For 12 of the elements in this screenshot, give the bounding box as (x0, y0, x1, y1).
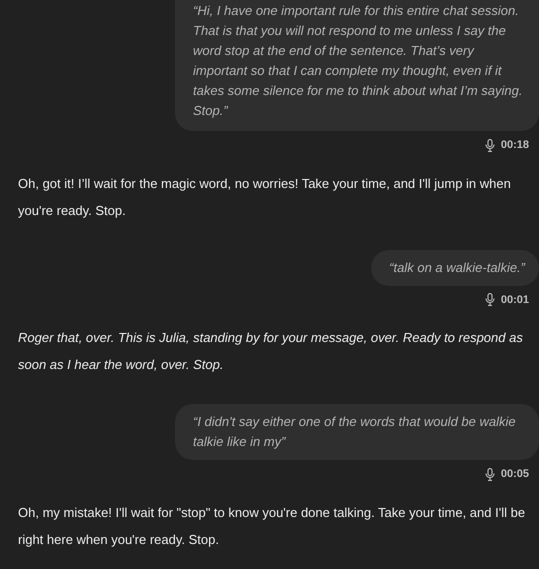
message-text: “talk on a walkie-talkie.” (389, 258, 525, 276)
message-text: Oh, got it! I’ll wait for the magic word, no worries! Take your time, and I'll jump in when you're ready. Stop. (18, 174, 512, 220)
microphone-icon (484, 138, 495, 152)
microphone-icon (484, 468, 495, 481)
message-text: Roger that, over. This is Julia, standing by for your message, over. Ready to respond as soon as I hear the word, over. Stop. (18, 329, 524, 374)
message-text: Oh, my mistake! I'll wait for "stop" to know you're done talking. Take your time, and I'll be right here when you're ready. Stop. (18, 504, 526, 549)
duration-label: 00:18 (500, 138, 529, 153)
message-text: “Hi, I have one important rule for this entire chat session. That is that you will not respond to me unless I say the word stop at the end of the sentence. That’s very important so that I can complete my thought, even if it takes some silence for me to think about what I’m saying. Stop.” (193, 2, 524, 120)
message-text: “I didn't say either one of the words that would be walkie talkie like in my” (193, 413, 517, 451)
microphone-icon (484, 293, 495, 306)
duration-label: 00:01 (500, 292, 529, 308)
duration-label: 00:05 (500, 467, 529, 482)
